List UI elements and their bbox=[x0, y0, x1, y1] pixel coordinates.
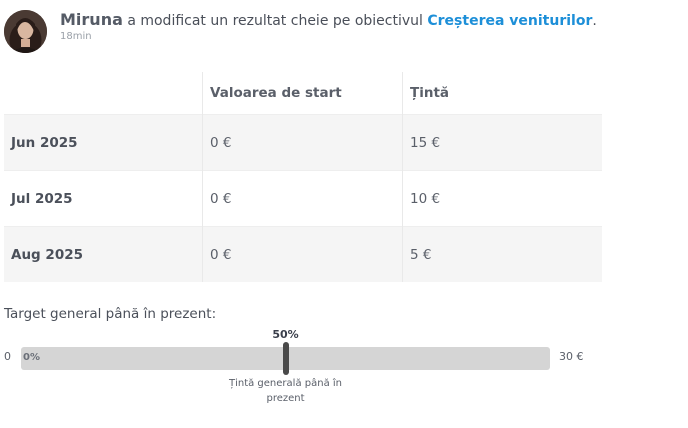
activity-headline: Miruna a modificat un rezultat cheie pe … bbox=[60, 10, 597, 29]
period-cell: Jun 2025 bbox=[4, 114, 203, 171]
start-value-cell: 0 € bbox=[202, 226, 403, 282]
key-result-table: Valoarea de start Țintă Jun 2025 0 € 15 … bbox=[4, 72, 602, 282]
activity-entry: Miruna a modificat un rezultat cheie pe … bbox=[4, 10, 684, 54]
table-header-row: Valoarea de start Țintă bbox=[4, 72, 602, 115]
timestamp: 18min bbox=[60, 31, 92, 42]
column-header-period bbox=[4, 72, 203, 115]
progress-max-label: 30 € bbox=[559, 350, 584, 363]
period-cell: Jul 2025 bbox=[4, 170, 203, 227]
goal-link[interactable]: Creșterea veniturilor bbox=[427, 13, 592, 29]
progress-min-label: 0 bbox=[4, 350, 11, 363]
progress-current-value: 0% bbox=[23, 352, 40, 363]
column-header-start-value: Valoarea de start bbox=[202, 72, 403, 115]
period-cell: Aug 2025 bbox=[4, 226, 203, 282]
table-row: Aug 2025 0 € 5 € bbox=[4, 226, 602, 282]
progress-title: Target general până în prezent: bbox=[4, 306, 217, 322]
activity-action: a modificat un rezultat cheie pe obiecti… bbox=[127, 13, 423, 29]
table-row: Jul 2025 0 € 10 € bbox=[4, 170, 602, 227]
target-cell: 15 € bbox=[402, 114, 602, 171]
table-row: Jun 2025 0 € 15 € bbox=[4, 114, 602, 171]
avatar[interactable] bbox=[4, 10, 47, 53]
target-marker-caption: Țintă generală până în prezent bbox=[228, 378, 342, 404]
start-value-cell: 0 € bbox=[202, 114, 403, 171]
start-value-cell: 0 € bbox=[202, 170, 403, 227]
target-marker-percent: 50% bbox=[272, 328, 299, 341]
column-header-target: Țintă bbox=[402, 72, 602, 115]
target-cell: 5 € bbox=[402, 226, 602, 282]
headline-suffix: . bbox=[592, 13, 597, 29]
target-marker bbox=[282, 342, 289, 375]
user-name[interactable]: Miruna bbox=[60, 10, 123, 29]
target-cell: 10 € bbox=[402, 170, 602, 227]
